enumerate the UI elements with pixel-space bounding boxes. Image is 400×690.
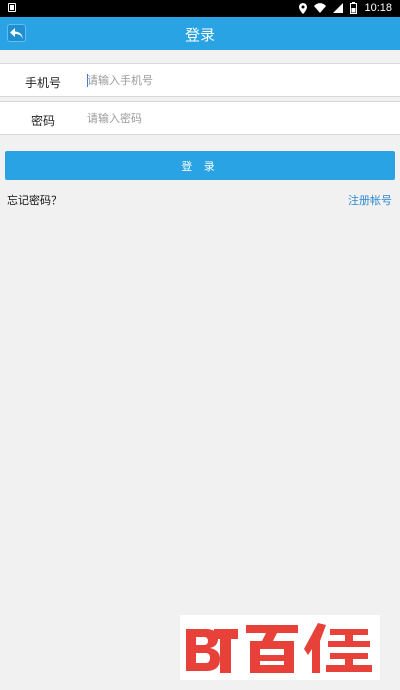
- signal-icon: [333, 3, 344, 13]
- battery-icon: [350, 2, 358, 14]
- notification-icon: [8, 3, 16, 15]
- phone-row: 手机号: [0, 63, 400, 97]
- forgot-password-link[interactable]: 忘记密码？: [7, 192, 62, 208]
- wifi-icon: [314, 3, 327, 13]
- app-bar: 登录: [0, 17, 400, 50]
- register-link[interactable]: 注册帐号: [348, 192, 392, 208]
- password-input[interactable]: [87, 107, 387, 129]
- login-button[interactable]: 登 录: [5, 151, 395, 180]
- password-row: 密码: [0, 101, 400, 135]
- status-bar: 10:18: [0, 0, 400, 17]
- clock: 10:18: [364, 2, 392, 14]
- watermark-logo: [180, 615, 380, 680]
- phone-input[interactable]: [87, 69, 387, 91]
- password-label: 密码: [30, 114, 55, 128]
- phone-label: 手机号: [24, 76, 61, 90]
- location-icon: [299, 2, 308, 14]
- page-title: 登录: [184, 26, 215, 44]
